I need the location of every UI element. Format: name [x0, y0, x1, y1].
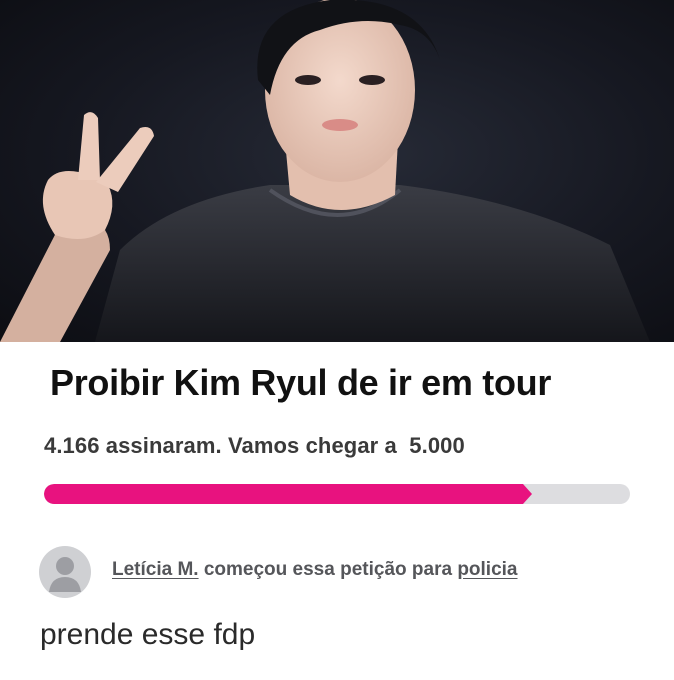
signature-progress-bar [44, 484, 630, 504]
petition-photo [0, 0, 674, 342]
starter-text: começou essa petição para [198, 559, 458, 580]
petition-starter-line: Letícia M. começou essa petição para pol… [112, 559, 518, 581]
signature-progress-fill [44, 484, 523, 504]
petition-target-link[interactable]: policia [457, 559, 517, 580]
person-peace-sign-photo [0, 0, 650, 342]
comment-text: prende esse fdp [40, 618, 256, 651]
starter-name-link[interactable]: Letícia M. [112, 559, 199, 580]
signature-count-text: 4.166 assinaram. Vamos chegar a 5.000 [44, 433, 465, 458]
user-avatar-icon [49, 557, 81, 592]
petition-title: Proibir Kim Ryul de ir em tour [50, 362, 552, 403]
signature-progress-arrow [523, 484, 532, 504]
avatar[interactable] [39, 546, 91, 598]
